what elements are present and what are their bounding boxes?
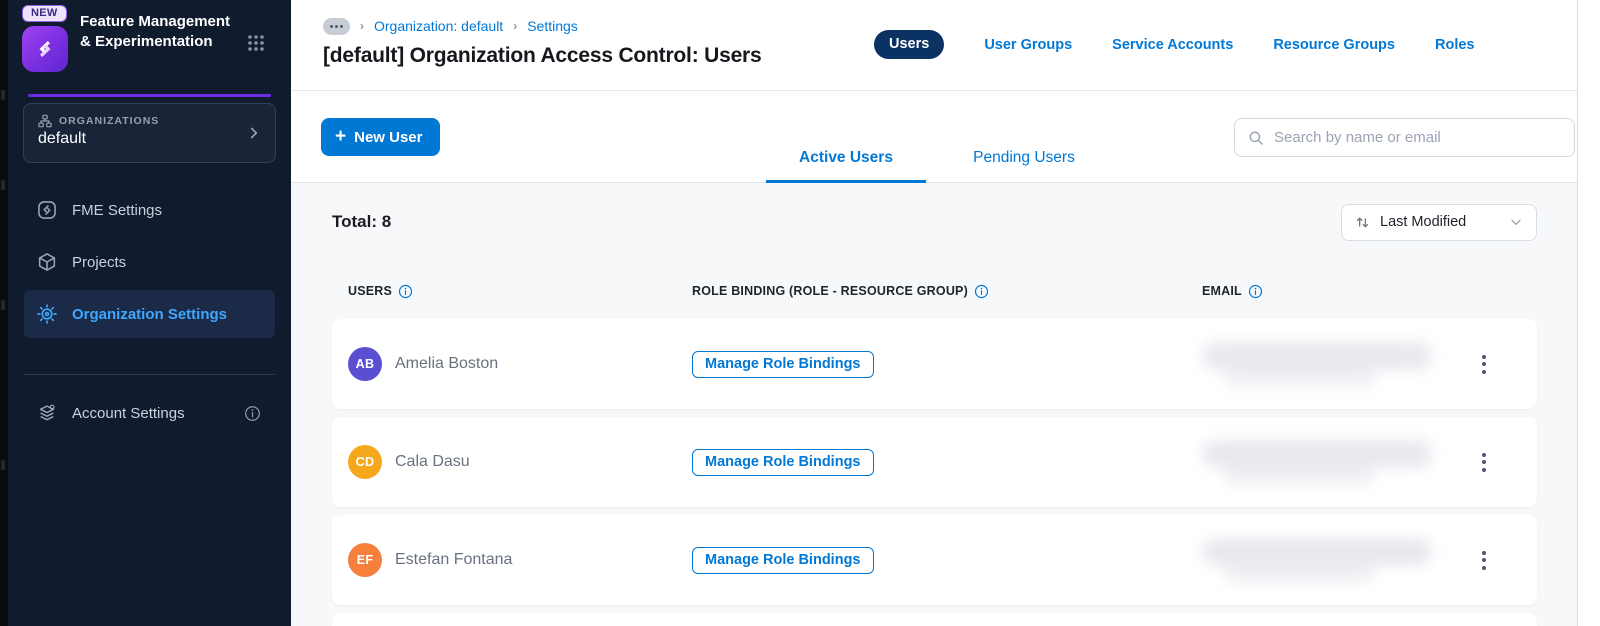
column-header-users: USERS (348, 284, 692, 299)
sidebar-item-label: Account Settings (72, 404, 185, 422)
manage-role-bindings-button[interactable]: Manage Role Bindings (692, 448, 874, 476)
tab-user-groups[interactable]: User Groups (984, 37, 1072, 53)
app-grid-icon[interactable] (247, 34, 265, 52)
organization-selector[interactable]: ORGANIZATIONS default (23, 103, 276, 163)
sort-value: Last Modified (1380, 214, 1467, 230)
organizations-label: ORGANIZATIONS (59, 115, 160, 127)
fme-logo-icon (22, 26, 68, 72)
info-icon[interactable] (974, 284, 989, 299)
tab-roles[interactable]: Roles (1435, 37, 1475, 53)
sidebar-nav: FME Settings Projects Organization Setti… (24, 186, 275, 342)
search-input[interactable] (1274, 129, 1562, 146)
sidebar-item-account-settings[interactable]: Account Settings (24, 390, 275, 436)
table-row: AB Amelia Boston Manage Role Bindings (332, 319, 1537, 409)
page-header: › Organization: default › Settings [defa… (291, 0, 1577, 91)
redacted-email (1202, 434, 1452, 490)
info-icon[interactable] (398, 284, 413, 299)
user-name: Estefan Fontana (395, 551, 513, 568)
main-panel: › Organization: default › Settings [defa… (291, 0, 1578, 626)
fme-settings-icon (36, 199, 58, 221)
app-title: Feature Management & Experimentation (80, 13, 231, 50)
organizations-icon (38, 114, 52, 128)
sidebar-item-label: FME Settings (72, 201, 163, 219)
account-layers-icon (36, 402, 58, 424)
table-row: CD Cala Dasu Manage Role Bindings (332, 417, 1537, 507)
projects-icon (36, 251, 58, 273)
breadcrumb-ellipsis-button[interactable] (323, 17, 350, 35)
sidebar-item-organization-settings[interactable]: Organization Settings (24, 290, 275, 338)
breadcrumb: › Organization: default › Settings (323, 17, 578, 35)
sidebar-accent-rule (28, 94, 271, 97)
avatar: EF (348, 543, 382, 577)
avatar: CD (348, 445, 382, 479)
sidebar-item-fme-settings[interactable]: FME Settings (24, 186, 275, 234)
page-title: [default] Organization Access Control: U… (323, 44, 762, 67)
plus-icon: + (335, 125, 347, 147)
chevron-right-icon (245, 124, 263, 142)
table-row: EF Estefan Fontana Manage Role Bindings (332, 515, 1537, 605)
access-control-tabs: Users User Groups Service Accounts Resou… (874, 30, 1474, 59)
breadcrumb-link-organization[interactable]: Organization: default (374, 18, 503, 34)
user-name: Cala Dasu (395, 453, 470, 470)
manage-role-bindings-button[interactable]: Manage Role Bindings (692, 350, 874, 378)
new-user-button[interactable]: + New User (321, 118, 441, 156)
info-icon[interactable] (1248, 284, 1263, 299)
sort-dropdown[interactable]: Last Modified (1341, 203, 1537, 241)
sort-arrows-icon (1354, 214, 1371, 231)
chevron-separator: › (513, 19, 518, 33)
users-list-section: Total: 8 Last Modified USERS ROLE BINDIN… (291, 183, 1577, 626)
organization-value: default (38, 130, 87, 147)
tab-users[interactable]: Users (874, 30, 945, 59)
table-row (332, 613, 1537, 626)
tab-resource-groups[interactable]: Resource Groups (1273, 37, 1395, 53)
search-icon (1247, 129, 1265, 147)
manage-role-bindings-button[interactable]: Manage Role Bindings (692, 546, 874, 574)
column-header-email: EMAIL (1202, 284, 1537, 299)
info-icon[interactable] (244, 405, 261, 422)
redacted-email (1202, 336, 1452, 392)
row-menu-kebab-icon[interactable] (1476, 447, 1492, 478)
background-window-edge (0, 0, 8, 626)
sidebar-divider (24, 374, 275, 375)
new-user-button-label: New User (354, 128, 423, 146)
sidebar-item-projects[interactable]: Projects (24, 238, 275, 286)
app-screen: NEW Feature Management & Experimentation (0, 0, 1600, 626)
total-count: Total: 8 (332, 212, 392, 231)
user-state-tabs: Active Users Pending Users (766, 149, 1104, 183)
tab-pending-users[interactable]: Pending Users (944, 149, 1104, 183)
sidebar: NEW Feature Management & Experimentation (8, 0, 291, 626)
row-menu-kebab-icon[interactable] (1476, 349, 1492, 380)
gear-icon (36, 303, 58, 325)
search-box (1234, 118, 1575, 157)
breadcrumb-link-settings[interactable]: Settings (527, 18, 578, 34)
new-badge: NEW (22, 5, 67, 22)
row-menu-kebab-icon[interactable] (1476, 545, 1492, 576)
toolbar: + New User Active Users Pending Users (291, 91, 1577, 183)
tab-service-accounts[interactable]: Service Accounts (1112, 37, 1233, 53)
chevron-separator: › (360, 19, 364, 33)
chevron-down-icon (1508, 214, 1524, 230)
tab-active-users[interactable]: Active Users (766, 149, 926, 183)
sidebar-item-label: Organization Settings (72, 305, 228, 323)
user-name: Amelia Boston (395, 355, 499, 372)
avatar: AB (348, 347, 382, 381)
sidebar-item-label: Projects (72, 253, 127, 271)
table-header-row: USERS ROLE BINDING (ROLE - RESOURCE GROU… (332, 281, 1537, 301)
redacted-email (1202, 532, 1452, 588)
column-header-role-binding: ROLE BINDING (ROLE - RESOURCE GROUP) (692, 284, 1202, 299)
